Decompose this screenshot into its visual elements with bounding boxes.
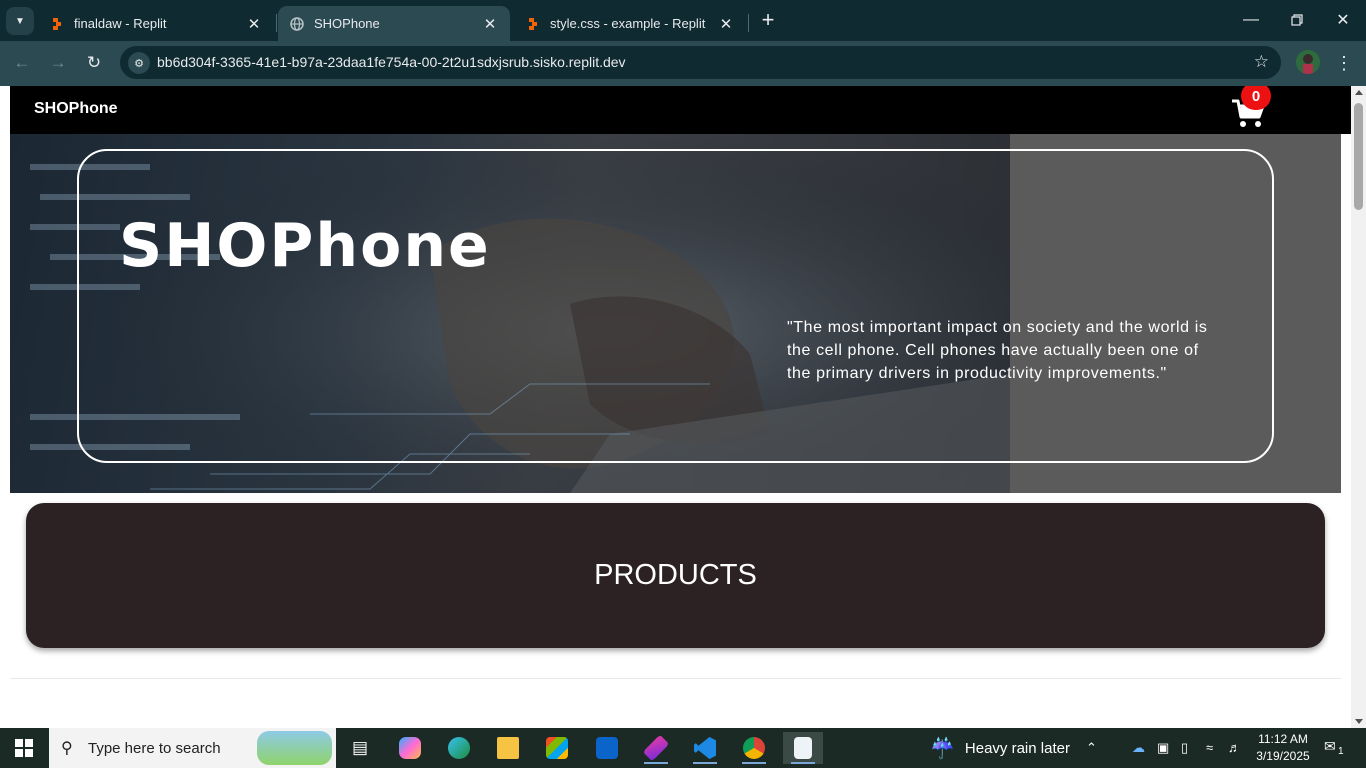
tab-title: finaldaw - Replit [74,16,167,31]
url-text: bb6d304f-3365-41e1-b97a-23daa1fe754a-00-… [157,54,626,70]
clock-time: 11:12 AM [1258,732,1308,746]
tab-style-css[interactable]: style.css - example - Replit ✕ [514,6,746,41]
windows-logo-icon [15,739,33,757]
chrome-button[interactable] [734,732,774,764]
start-button[interactable] [0,728,48,768]
tab-title: SHOPhone [314,16,380,31]
notification-count: 1 [1336,746,1346,757]
store-button[interactable] [537,732,577,764]
umbrella-rain-icon: ☔ [930,737,955,760]
outlook-icon [596,737,618,759]
weather-widget[interactable]: ☔ Heavy rain later [930,728,1070,768]
section-divider [10,678,1341,679]
scroll-down-arrow-icon[interactable] [1355,719,1363,724]
display-icon[interactable]: ▣ [1157,740,1169,756]
vscode-button[interactable] [685,732,725,764]
close-icon[interactable]: ✕ [482,16,498,33]
onedrive-cloud-icon[interactable]: ☁ [1132,740,1145,756]
tab-shophone[interactable]: SHOPhone ✕ [278,6,510,41]
tab-strip: ▼ finaldaw - Replit ✕ SHOPhone ✕ style.c… [0,0,1366,41]
tab-title: style.css - example - Replit [550,16,706,31]
cart-count-badge: 0 [1241,86,1271,110]
running-indicator [791,762,815,764]
folder-icon [497,737,519,759]
products-heading: PRODUCTS [594,559,757,591]
notepad-button[interactable] [783,732,823,764]
browser-menu-button[interactable]: ⋮ [1334,51,1354,75]
hero-banner: SHOPhone "The most important impact on s… [10,134,1341,493]
tab-separator [276,14,277,32]
search-highlight-image [257,731,332,765]
running-indicator [742,762,766,764]
replit-icon [529,17,537,30]
search-placeholder: Type here to search [88,740,221,757]
task-view-icon: ▤ [351,738,369,757]
bookmark-star-icon[interactable]: ☆ [1254,52,1269,72]
page-viewport: SHOPhone 0 SHOPhone "The most important … [0,86,1366,728]
minimize-button[interactable]: — [1228,0,1274,40]
battery-icon[interactable]: ▯ [1181,740,1188,756]
notification-center-button[interactable]: ✉ 1 [1324,738,1346,758]
wifi-icon[interactable]: ≈ [1206,740,1213,755]
back-button[interactable]: ← [8,49,36,77]
site-navbar: SHOPhone 0 [10,86,1351,134]
running-indicator [644,762,668,764]
replit-icon [53,17,61,30]
pen-app-button[interactable] [636,732,676,764]
restore-button[interactable] [1274,0,1320,40]
scrollbar-thumb[interactable] [1354,103,1363,210]
new-tab-button[interactable]: + [756,9,780,33]
taskbar-search-box[interactable]: ⚲ Type here to search [49,728,336,768]
avatar-icon [1296,50,1320,74]
edge-button[interactable] [439,732,479,764]
arrow-right-icon: → [49,53,67,72]
store-icon [546,737,568,759]
pen-icon [642,734,670,762]
tab-finaldaw[interactable]: finaldaw - Replit ✕ [38,6,274,41]
weather-text: Heavy rain later [964,739,1070,757]
task-view-button[interactable]: ▤ [340,732,380,764]
vscode-icon [694,737,716,759]
chevron-down-icon: ▼ [15,15,25,27]
system-clock[interactable]: 11:12 AM 3/19/2025 [1255,731,1311,765]
close-icon[interactable]: ✕ [718,16,734,33]
hero-title: SHOPhone [119,211,491,281]
page-scrollbar[interactable] [1351,86,1366,728]
reload-icon: ↻ [86,53,102,72]
running-indicator [693,762,717,764]
reload-button[interactable]: ↻ [80,49,108,77]
copilot-icon [399,737,421,759]
outlook-button[interactable] [587,732,627,764]
globe-icon [290,16,304,31]
profile-avatar[interactable] [1296,50,1320,74]
address-bar[interactable]: ⚙ bb6d304f-3365-41e1-b97a-23daa1fe754a-0… [120,46,1281,79]
windows-taskbar: ⚲ Type here to search ▤ ☔ Heavy rain lat… [0,728,1366,768]
arrow-left-icon: ← [13,53,31,72]
file-explorer-button[interactable] [488,732,528,764]
hero-frame: SHOPhone "The most important impact on s… [77,149,1274,463]
search-icon: ⚲ [61,740,73,757]
copilot-button[interactable] [390,732,430,764]
browser-toolbar: ← → ↻ ⚙ bb6d304f-3365-41e1-b97a-23daa1fe… [0,41,1366,86]
clock-date: 3/19/2025 [1256,749,1310,763]
tab-separator [748,14,749,32]
products-banner: PRODUCTS [26,503,1325,648]
chrome-icon [743,737,765,759]
close-window-button[interactable]: ✕ [1320,0,1366,40]
close-icon[interactable]: ✕ [246,16,262,33]
scroll-up-arrow-icon[interactable] [1355,90,1363,95]
tab-search-button[interactable]: ▼ [6,7,34,35]
hero-quote: "The most important impact on society an… [787,319,1208,382]
show-hidden-icons-chevron-icon[interactable]: ⌃ [1086,740,1097,756]
brand-link[interactable]: SHOPhone [34,100,118,118]
volume-icon[interactable]: ♬ [1228,740,1241,755]
restore-icon [1291,14,1303,26]
notification-icon: ✉ [1324,738,1336,754]
forward-button[interactable]: → [44,49,72,77]
notepad-icon [794,737,812,759]
site-info-icon[interactable]: ⚙ [128,52,150,74]
edge-icon [448,737,470,759]
